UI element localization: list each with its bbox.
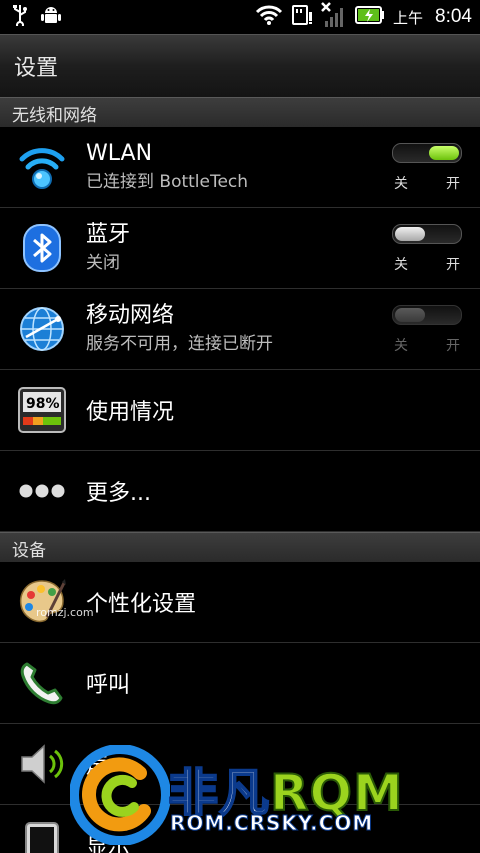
- row-subtitle: 已连接到 BottleTech: [86, 172, 249, 192]
- settings-screen: 上午 8:04 设置 无线和网络 WLAN 已连接到 BottleTech 关: [0, 0, 480, 853]
- phone-icon: [17, 658, 67, 708]
- section-header-device: 设备: [0, 532, 480, 563]
- section-header-label: 设备: [12, 540, 46, 561]
- globe-network-icon: [17, 304, 67, 354]
- more-dots-icon: [17, 466, 67, 516]
- row-title: 呼叫: [86, 673, 131, 698]
- row-subtitle: 关闭: [86, 253, 120, 273]
- android-debug-icon: [40, 4, 62, 30]
- toggle-off-label: 关: [394, 338, 408, 354]
- sd-card-icon: [291, 4, 313, 30]
- status-bar: 上午 8:04: [0, 0, 480, 34]
- section-header-network: 无线和网络: [0, 97, 480, 128]
- settings-row-bluetooth[interactable]: 蓝牙 关闭 关 开: [0, 208, 480, 289]
- palette-icon: [17, 577, 67, 627]
- am-pm-label: 上午: [393, 8, 424, 27]
- settings-row-call[interactable]: 呼叫: [0, 643, 480, 724]
- toggle-off-label: 关: [394, 257, 408, 273]
- title-bar: 设置: [0, 34, 480, 97]
- row-title: 使用情况: [86, 400, 175, 425]
- row-subtitle: 服务不可用，连接已断开: [86, 334, 273, 354]
- page-title: 设置: [14, 56, 59, 81]
- usb-icon: [12, 4, 28, 30]
- section-header-label: 无线和网络: [12, 105, 97, 126]
- clock: 8:04: [435, 6, 472, 27]
- mobile-network-toggle: 关 开: [392, 305, 462, 355]
- row-title: 移动网络: [86, 303, 175, 328]
- usage-meter-value: 98%: [26, 396, 60, 412]
- settings-row-mobile-network[interactable]: 移动网络 服务不可用，连接已断开 关 开: [0, 289, 480, 370]
- speaker-icon: [17, 739, 67, 789]
- row-title: 更多...: [86, 481, 151, 506]
- settings-row-usage[interactable]: 98% 使用情况: [0, 370, 480, 451]
- brand-url: ROM.CRSKY.COM: [169, 811, 374, 836]
- settings-row-personalize[interactable]: 个性化设置: [0, 562, 480, 643]
- toggle-on-label: 开: [446, 257, 460, 273]
- toggle-on-label: 开: [446, 338, 460, 354]
- row-title: 蓝牙: [86, 222, 131, 247]
- brand-watermark: 非凡RQM ROM.CRSKY.COM: [70, 745, 470, 845]
- toggle-off-label: 关: [394, 176, 408, 192]
- row-title: 个性化设置: [86, 592, 197, 617]
- wlan-toggle[interactable]: 关 开: [392, 143, 462, 193]
- usage-meter-icon: 98%: [17, 385, 67, 435]
- settings-row-more[interactable]: 更多...: [0, 451, 480, 532]
- bluetooth-toggle[interactable]: 关 开: [392, 224, 462, 274]
- wifi-icon: [255, 4, 283, 30]
- bluetooth-icon: [17, 223, 67, 273]
- settings-row-wlan[interactable]: WLAN 已连接到 BottleTech 关 开: [0, 127, 480, 208]
- display-icon: [17, 820, 67, 853]
- row-title: WLAN: [86, 141, 153, 166]
- battery-charging-icon: [355, 5, 385, 29]
- small-watermark: romzj.com: [36, 606, 94, 619]
- brand-logo-icon: [70, 745, 170, 845]
- toggle-on-label: 开: [446, 176, 460, 192]
- no-signal-icon: [321, 2, 347, 32]
- wifi-settings-icon: [17, 142, 67, 192]
